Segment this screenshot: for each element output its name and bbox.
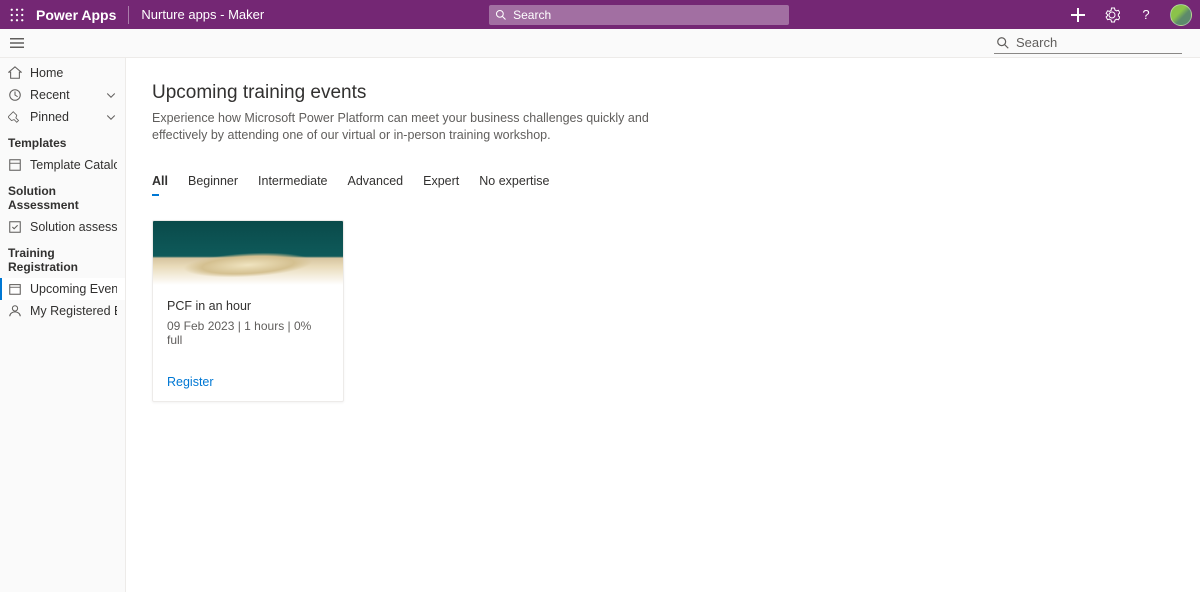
sidebar-item-label: Recent — [30, 88, 105, 102]
app-name-label[interactable]: Nurture apps - Maker — [129, 7, 276, 22]
event-card-image — [153, 221, 343, 285]
sidebar-item-upcoming-events[interactable]: Upcoming Events — [0, 278, 125, 300]
add-button[interactable] — [1062, 0, 1094, 29]
sidebar-item-label: Upcoming Events — [30, 282, 117, 296]
top-header: Power Apps Nurture apps - Maker Search ? — [0, 0, 1200, 29]
tab-all[interactable]: All — [152, 174, 168, 194]
sidebar-item-home[interactable]: Home — [0, 62, 125, 84]
page-description: Experience how Microsoft Power Platform … — [152, 110, 672, 144]
avatar[interactable] — [1170, 4, 1192, 26]
sidebar-item-template-catalog[interactable]: Template Catalog — [0, 154, 125, 176]
sidebar-item-solution-assessment[interactable]: Solution assessment — [0, 216, 125, 238]
tab-intermediate[interactable]: Intermediate — [258, 174, 327, 194]
register-link[interactable]: Register — [167, 375, 214, 389]
sidebar-item-label: Home — [30, 66, 117, 80]
event-card-title: PCF in an hour — [167, 299, 329, 313]
level-tabs: All Beginner Intermediate Advanced Exper… — [152, 174, 1174, 194]
sidebar-item-label: My Registered Events — [30, 304, 117, 318]
top-search-input[interactable]: Search — [489, 5, 789, 25]
sidebar-item-recent[interactable]: Recent — [0, 84, 125, 106]
svg-text:?: ? — [1142, 7, 1149, 22]
content-search-placeholder: Search — [1016, 35, 1057, 50]
catalog-icon — [8, 158, 22, 172]
sidebar: Home Recent Pinned Templates Template Ca… — [0, 58, 126, 592]
search-icon — [495, 9, 507, 21]
content-search-input[interactable]: Search — [994, 32, 1182, 54]
clock-icon — [8, 88, 22, 102]
waffle-icon[interactable] — [0, 0, 34, 29]
assessment-icon — [8, 220, 22, 234]
sidebar-section-training: Training Registration — [0, 238, 125, 278]
sidebar-section-solution: Solution Assessment — [0, 176, 125, 216]
page-title: Upcoming training events — [152, 82, 1174, 104]
tab-expert[interactable]: Expert — [423, 174, 459, 194]
sidebar-section-templates: Templates — [0, 128, 125, 154]
home-icon — [8, 66, 22, 80]
sidebar-item-pinned[interactable]: Pinned — [0, 106, 125, 128]
calendar-icon — [8, 282, 22, 296]
sidebar-item-label: Solution assessment — [30, 220, 117, 234]
chevron-down-icon — [105, 89, 117, 101]
chevron-down-icon — [105, 111, 117, 123]
sidebar-item-my-registered[interactable]: My Registered Events — [0, 300, 125, 322]
gear-icon — [1104, 7, 1120, 23]
tab-no-expertise[interactable]: No expertise — [479, 174, 549, 194]
question-icon: ? — [1138, 7, 1154, 23]
settings-button[interactable] — [1096, 0, 1128, 29]
sidebar-item-label: Pinned — [30, 110, 105, 124]
help-button[interactable]: ? — [1130, 0, 1162, 29]
sidebar-item-label: Template Catalog — [30, 158, 117, 172]
event-card[interactable]: PCF in an hour 09 Feb 2023 | 1 hours | 0… — [152, 220, 344, 402]
brand-label[interactable]: Power Apps — [34, 7, 128, 23]
top-search-placeholder: Search — [513, 8, 551, 22]
search-icon — [996, 36, 1010, 50]
sub-header: Search — [0, 29, 1200, 58]
hamburger-button[interactable] — [0, 29, 34, 58]
content-area: Upcoming training events Experience how … — [126, 58, 1200, 592]
pin-icon — [8, 110, 22, 124]
tab-beginner[interactable]: Beginner — [188, 174, 238, 194]
event-card-meta: 09 Feb 2023 | 1 hours | 0% full — [167, 319, 329, 347]
tab-advanced[interactable]: Advanced — [348, 174, 404, 194]
person-icon — [8, 304, 22, 318]
